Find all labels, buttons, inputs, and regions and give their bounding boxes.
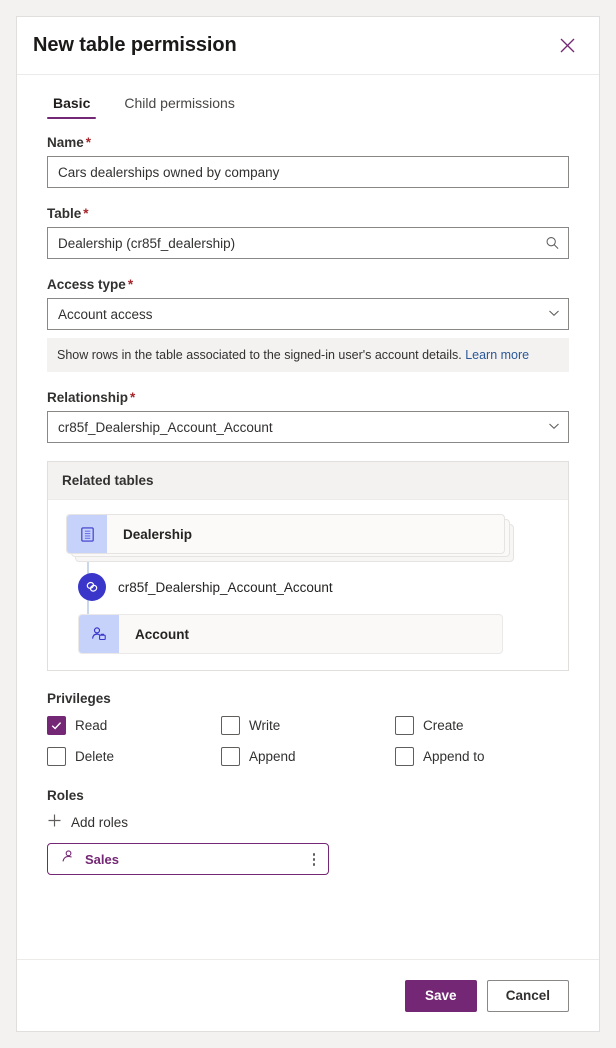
privileges-grid: Read Write Create Delete Append Append t…	[47, 716, 569, 767]
diagram-relationship-node[interactable]: cr85f_Dealership_Account_Account	[66, 570, 568, 604]
dialog-footer: Save Cancel	[17, 959, 599, 1031]
access-type-wrapper	[47, 298, 569, 330]
kebab-dot	[312, 853, 315, 856]
privilege-write-checkbox[interactable]	[221, 716, 240, 736]
privilege-read-label: Read	[75, 718, 108, 734]
privilege-read[interactable]: Read	[47, 716, 221, 736]
privilege-create-label: Create	[423, 718, 464, 734]
relationship-wrapper	[47, 411, 569, 444]
link-icon	[78, 573, 106, 602]
table-input[interactable]	[47, 227, 569, 259]
tab-child-permissions[interactable]: Child permissions	[118, 94, 240, 119]
privilege-append-to-checkbox[interactable]	[395, 747, 414, 767]
diagram-node-account[interactable]: Account	[78, 614, 503, 655]
relationship-label-text: Relationship	[47, 390, 129, 406]
learn-more-link[interactable]: Learn more	[465, 348, 529, 362]
related-tables-diagram: Dealership cr85f_Dealership_Account_Acco…	[48, 500, 568, 671]
relationship-required-marker: *	[130, 390, 136, 406]
diagram-node-dealership-label: Dealership	[123, 526, 193, 542]
privileges-section: Privileges Read Write Create Delete Appe…	[47, 691, 569, 767]
add-roles-button[interactable]: Add roles	[47, 813, 128, 831]
tab-basic[interactable]: Basic	[47, 94, 97, 119]
name-label-text: Name	[47, 135, 84, 150]
table-label: Table *	[47, 206, 569, 221]
access-type-dropdown-button[interactable]	[539, 298, 569, 330]
name-input[interactable]	[47, 156, 569, 188]
role-chip-sales-label: Sales	[85, 851, 119, 867]
privilege-delete-checkbox[interactable]	[47, 747, 66, 767]
dialog-header: New table permission	[17, 17, 599, 75]
name-required-marker: *	[85, 135, 92, 150]
relationship-select[interactable]	[47, 411, 569, 444]
role-chip-sales[interactable]: Sales	[47, 843, 329, 876]
field-table: Table *	[47, 206, 569, 259]
diagram-relationship-label: cr85f_Dealership_Account_Account	[118, 579, 333, 595]
access-type-select[interactable]	[47, 298, 569, 330]
dialog-body: Name* Table*	[17, 119, 599, 959]
access-type-label-text: Access type	[47, 277, 126, 292]
table-icon	[67, 515, 107, 554]
privilege-delete[interactable]: Delete	[47, 747, 221, 767]
privilege-read-checkbox[interactable]	[47, 716, 66, 736]
field-relationship: Relationship *	[47, 390, 569, 444]
privilege-delete-label: Delete	[75, 749, 115, 765]
kebab-dot	[312, 863, 315, 866]
access-type-label: Access type *	[47, 277, 569, 292]
relationship-label: Relationship *	[47, 390, 569, 405]
access-type-info-bar: Show rows in the table associated to the…	[47, 338, 569, 373]
page-title: New table permission	[33, 34, 237, 56]
person-icon	[60, 849, 75, 869]
access-type-required-marker: *	[127, 277, 134, 292]
new-table-permission-dialog: New table permission Basic Child permiss…	[16, 16, 600, 1032]
relationship-diagram: Dealership cr85f_Dealership_Account_Acco…	[48, 514, 568, 655]
field-name: Name *	[47, 135, 569, 188]
related-tables-panel: Related tables Dealership cr85f_Dealersh…	[47, 461, 569, 672]
privilege-write[interactable]: Write	[221, 716, 395, 736]
privileges-label: Privileges	[47, 691, 111, 707]
plus-icon	[47, 813, 62, 831]
name-label: Name *	[47, 135, 569, 150]
privilege-create-checkbox[interactable]	[395, 716, 414, 736]
save-button[interactable]: Save	[404, 979, 477, 1012]
screen: New table permission Basic Child permiss…	[0, 0, 616, 1048]
roles-section: Roles Add roles Sales	[47, 788, 569, 876]
field-access-type: Access type* Show rows in the table asso…	[47, 277, 569, 373]
more-vertical-icon[interactable]	[310, 849, 319, 870]
kebab-dot	[312, 858, 315, 861]
access-type-info-text: Show rows in the table associated to the…	[57, 348, 462, 362]
add-roles-label: Add roles	[71, 814, 129, 830]
diagram-node-account-label: Account	[135, 626, 189, 642]
tab-list: Basic Child permissions	[17, 75, 599, 119]
diagram-node-dealership[interactable]: Dealership	[66, 514, 505, 555]
relationship-dropdown-button[interactable]	[539, 411, 569, 443]
privilege-append-to[interactable]: Append to	[395, 747, 569, 767]
table-label-text: Table	[47, 206, 82, 221]
table-input-wrapper	[47, 227, 569, 259]
privilege-append-checkbox[interactable]	[221, 747, 240, 767]
table-required-marker: *	[83, 206, 89, 221]
source-node-stack: Dealership	[66, 514, 514, 563]
privilege-create[interactable]: Create	[395, 716, 569, 736]
chevron-down-icon	[548, 307, 560, 322]
privilege-append[interactable]: Append	[221, 747, 395, 767]
related-tables-header: Related tables	[48, 462, 568, 501]
close-button[interactable]	[551, 30, 583, 62]
privilege-append-label: Append	[249, 749, 296, 765]
chevron-down-icon	[548, 420, 560, 435]
roles-label: Roles	[47, 788, 84, 804]
privilege-append-to-label: Append to	[423, 749, 485, 765]
cancel-button[interactable]: Cancel	[486, 979, 569, 1012]
close-icon	[560, 38, 575, 53]
privilege-write-label: Write	[249, 718, 281, 734]
account-icon	[79, 615, 119, 654]
